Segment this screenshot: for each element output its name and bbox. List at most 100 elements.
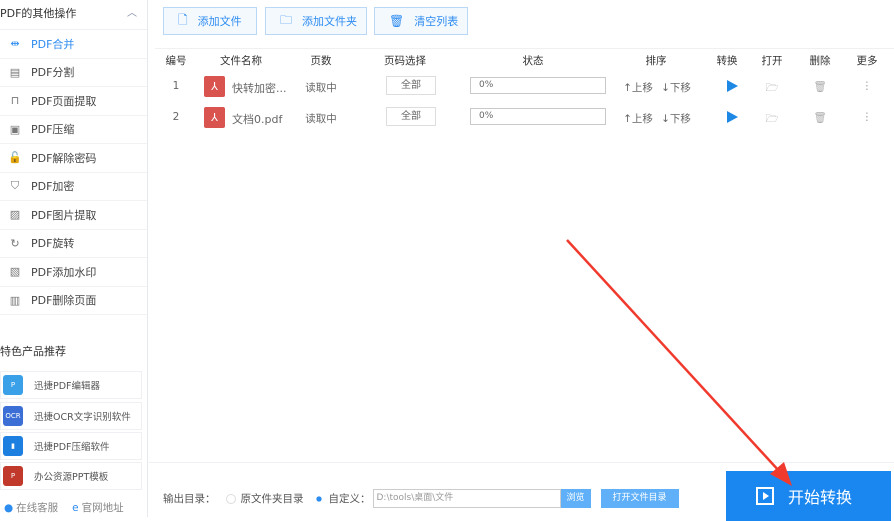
status-progress: 0% [470,108,606,125]
add-file-button[interactable]: 🗋 添加文件 [163,7,257,35]
column-header: 页码选择 [384,55,426,67]
add-folder-label: 添加文件夹 [302,15,358,28]
column-header: 排序 [645,55,667,67]
source-folder-label: 原文件夹目录 [240,493,304,505]
open-dir-button[interactable]: 打开文件目录 [600,489,679,508]
sidebar-item-label: PDF加密 [31,180,75,194]
shield-icon: ⛉ [10,179,20,193]
website-label: 官网地址 [81,502,124,514]
clear-label: 清空列表 [414,15,459,28]
sidebar-item[interactable]: ⇹ PDF合并 [0,30,147,59]
sidebar-item[interactable]: ▣ PDF压缩 [0,116,147,144]
product-label: 迅捷PDF编辑器 [34,381,101,392]
product-compress[interactable]: ▮ 迅捷PDF压缩软件 [0,432,142,460]
product-label: 迅捷OCR文字识别软件 [34,412,131,423]
sidebar-item[interactable]: 🔓 PDF解除密码 [0,144,147,173]
sidebar-item-label: PDF页面提取 [31,94,97,108]
delete-page-icon: ▥ [9,293,21,307]
browse-button[interactable]: 浏览 [560,489,591,508]
output-path-input[interactable]: D:\tools\桌面\文件 [372,489,561,508]
file-name: 文档0.pdf [232,113,283,126]
compress-logo-icon: ▮ [3,436,23,456]
add-file-icon: 🗋 [178,12,188,27]
product-ppt[interactable]: P 办公资源PPT模板 [0,462,142,490]
pdf-editor-logo-icon: P [3,375,23,395]
unlock-icon: 🔓 [8,151,22,165]
column-header: 更多 [856,55,878,67]
page-range-button[interactable]: 全部 [386,107,436,126]
product-ocr[interactable]: OCR 迅捷OCR文字识别软件 [0,402,142,430]
sidebar-item[interactable]: ▧ PDF添加水印 [0,258,147,287]
column-header: 文件名称 [220,55,262,67]
compress-icon: ▣ [9,122,21,136]
column-header: 编号 [165,55,187,67]
convert-play-icon[interactable] [727,111,738,123]
merge-icon: ⇹ [10,37,20,51]
move-up-button[interactable]: ↑上移 [623,111,653,126]
move-down-button[interactable]: ↓下移 [661,111,691,126]
radio-custom[interactable] [313,493,324,504]
ppt-logo-icon: P [3,466,23,486]
sidebar-item[interactable]: ⛉ PDF加密 [0,173,147,201]
column-header: 打开 [761,55,783,67]
file-name: 快转加密... [232,82,287,95]
sidebar-item[interactable]: ▤ PDF分割 [0,59,147,87]
page-count: 读取中 [305,82,337,94]
table-header: 编号 文件名称 页数 页码选择 状态 排序 转换 打开 删除 更多 [155,48,894,70]
sidebar-item[interactable]: ▥ PDF删除页面 [0,287,147,315]
convert-play-icon[interactable] [727,80,738,92]
trash-icon: 🗑 [389,14,405,28]
clear-list-button[interactable]: 🗑 清空列表 [374,7,468,35]
more-icon[interactable]: ⋮ [862,111,873,123]
radio-source-folder[interactable] [225,493,236,504]
row-number: 1 [172,80,180,92]
add-folder-button[interactable]: 🗀 添加文件夹 [265,7,367,35]
ocr-logo-icon: OCR [3,406,23,426]
sidebar-item-label: PDF旋转 [31,237,75,251]
add-file-label: 添加文件 [197,15,242,28]
play-icon [756,487,774,505]
product-pdf-editor[interactable]: P 迅捷PDF编辑器 [0,371,142,399]
product-label: 迅捷PDF压缩软件 [34,442,110,453]
sidebar-item-label: PDF添加水印 [31,265,97,279]
website-link[interactable]: e 官网地址 [72,500,123,515]
sidebar-item[interactable]: ▨ PDF图片提取 [0,201,147,230]
column-header: 状态 [522,55,544,67]
sidebar-title: PDF的其他操作 [0,7,77,20]
extract-icon: ⊓ [10,94,20,108]
start-convert-button[interactable]: 开始转换 [726,471,891,521]
sidebar-item-label: PDF图片提取 [31,208,97,222]
start-label: 开始转换 [788,488,853,507]
sidebar-item[interactable]: ⊓ PDF页面提取 [0,87,147,116]
pdf-file-icon: ⅄ [204,107,225,128]
page-count: 读取中 [305,113,337,125]
ie-icon: e [72,502,79,514]
output-label: 输出目录： [163,493,216,505]
delete-icon[interactable]: 🗑 [813,80,826,93]
sidebar-item-label: PDF合并 [31,37,75,51]
row-number: 2 [172,111,180,123]
column-header: 转换 [716,55,738,67]
more-icon[interactable]: ⋮ [862,80,873,92]
table-row: 1 ⅄ 快转加密... 读取中 全部 0% ↑上移 ↓下移 🗁 🗑 ⋮ [155,72,894,102]
sidebar-item-label: PDF压缩 [31,123,75,137]
recommend-title: 特色产品推荐 [0,345,66,358]
status-progress: 0% [470,77,606,94]
move-up-button[interactable]: ↑上移 [623,80,653,95]
sidebar-item-label: PDF解除密码 [31,151,97,165]
add-folder-icon: 🗀 [280,12,293,27]
open-folder-icon[interactable]: 🗁 [765,111,778,129]
sidebar-item[interactable]: ↻ PDF旋转 [0,230,147,258]
open-folder-icon[interactable]: 🗁 [765,80,778,98]
delete-icon[interactable]: 🗑 [813,111,826,124]
page-range-button[interactable]: 全部 [386,76,436,95]
rotate-icon: ↻ [10,236,20,250]
sidebar-header[interactable]: PDF的其他操作 ︿ [0,0,147,30]
user-icon: ● [4,502,14,514]
chevron-up-icon[interactable]: ︿ [127,0,137,28]
product-label: 办公资源PPT模板 [34,472,109,483]
move-down-button[interactable]: ↓下移 [661,80,691,95]
online-service-link[interactable]: ● 在线客服 [4,500,58,515]
sidebar-item-label: PDF分割 [31,66,75,80]
split-icon: ▤ [9,65,21,79]
